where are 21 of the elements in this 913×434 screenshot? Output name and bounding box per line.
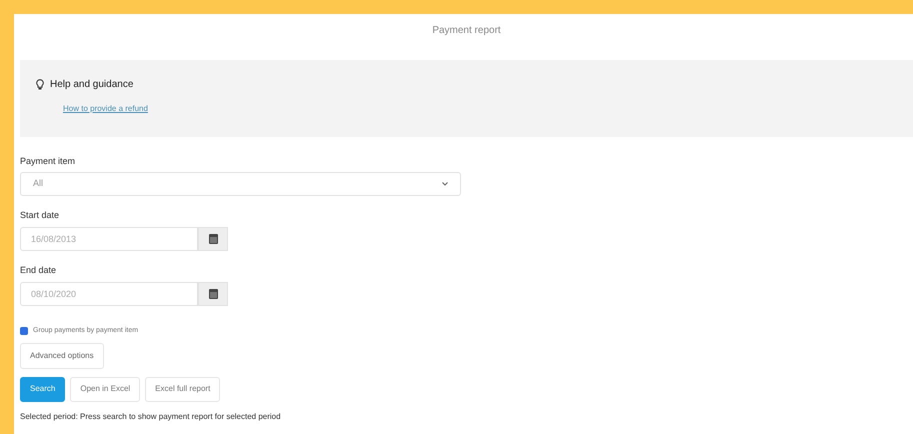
calendar-icon	[208, 234, 218, 244]
action-button[interactable]: Open in Excel	[70, 376, 140, 402]
payment-item-select[interactable]: All	[20, 172, 461, 196]
action-button[interactable]: Excel full report	[145, 376, 220, 402]
help-title: Help and guidance	[50, 78, 134, 92]
calendar-button[interactable]	[198, 227, 228, 251]
advanced-options-button[interactable]: Advanced options	[20, 342, 104, 368]
field-label: Start date	[20, 209, 60, 221]
action-button[interactable]: Search	[20, 376, 66, 402]
calendar-icon	[208, 289, 218, 299]
field-label: End date	[20, 264, 58, 276]
lightbulb-icon	[36, 79, 44, 90]
date-field[interactable]: 08/10/2020	[20, 282, 198, 306]
date-field[interactable]: 16/08/2013	[20, 227, 198, 251]
field-label: Payment item	[20, 155, 76, 167]
status-text: Selected period: Press search to show payment report for selected period	[20, 410, 282, 422]
chevron-down-icon	[442, 182, 448, 186]
refund-link[interactable]: How to provide a refund	[63, 103, 148, 115]
checkbox[interactable]	[20, 327, 28, 336]
page-title: Payment report	[431, 24, 502, 38]
calendar-button[interactable]	[198, 282, 228, 306]
